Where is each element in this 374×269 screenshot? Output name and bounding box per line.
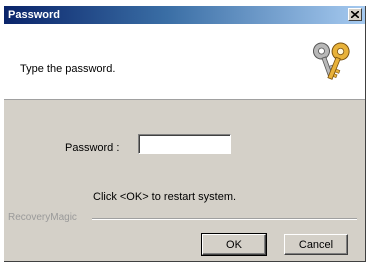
close-button[interactable]: [348, 8, 362, 21]
separator-line: [92, 218, 357, 220]
password-dialog: Password Type the password. Password: C…: [4, 6, 366, 262]
restart-hint: Click <OK> to restart system.: [93, 191, 237, 203]
password-label: Password :: [65, 142, 120, 154]
title-bar[interactable]: Password: [4, 6, 365, 24]
cancel-button[interactable]: Cancel: [284, 234, 348, 255]
keys-icon: [312, 42, 350, 80]
dialog-title: Password: [8, 9, 60, 21]
ok-button[interactable]: OK: [201, 233, 267, 256]
header-panel: Type the password.: [4, 24, 365, 100]
password-input[interactable]: [138, 134, 231, 154]
brand-label: RecoveryMagic: [8, 212, 77, 223]
brand-separator: RecoveryMagic: [4, 212, 365, 226]
instruction-text: Type the password.: [20, 63, 116, 75]
close-icon: [351, 11, 359, 18]
